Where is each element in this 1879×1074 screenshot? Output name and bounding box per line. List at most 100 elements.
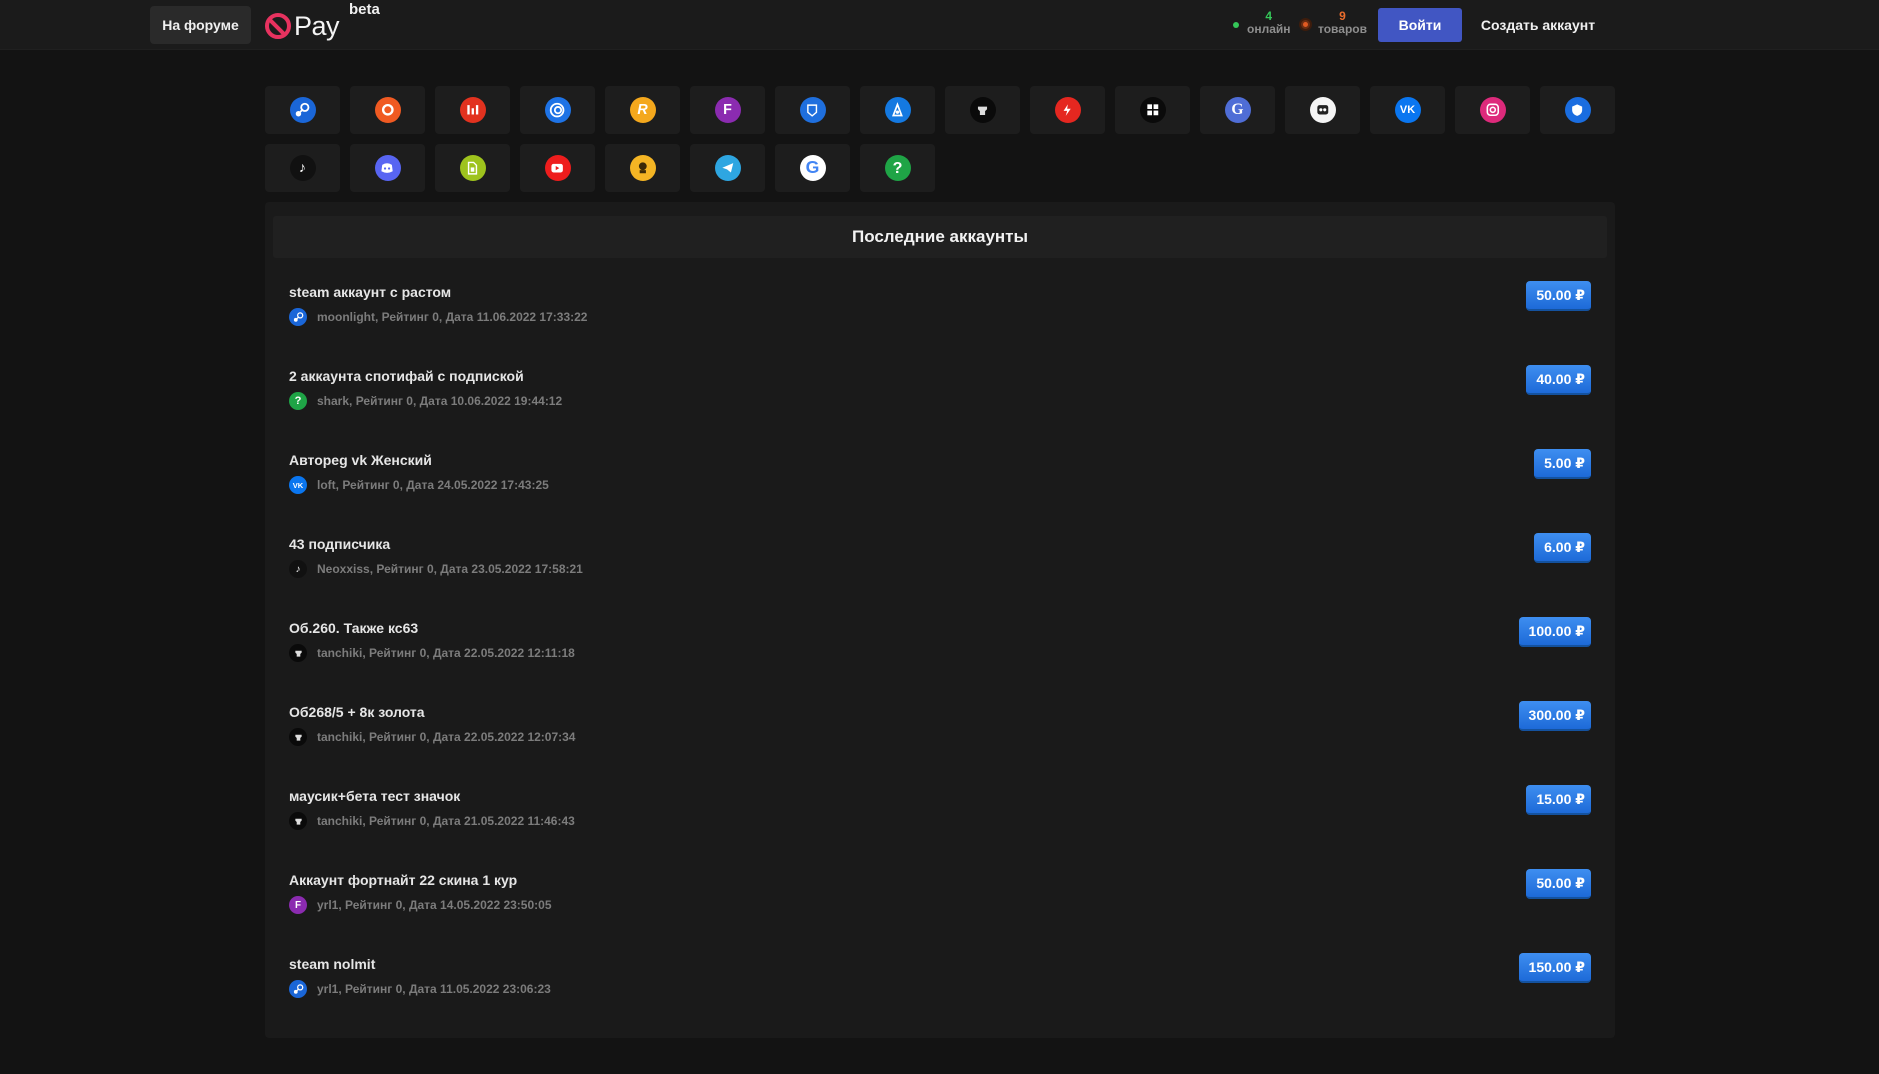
category-fortnite[interactable]: F <box>690 86 765 134</box>
price-badge[interactable]: 50.00 ₽ <box>1526 869 1591 899</box>
logo-icon <box>265 13 291 39</box>
escort-icon <box>629 155 656 181</box>
category-wargaming[interactable] <box>435 86 510 134</box>
list-item[interactable]: 43 подписчика ♪ Neoxxiss, Рейтинг 0, Дат… <box>289 533 1591 606</box>
list-item[interactable]: Об.260. Также кс63 tanchiki, Рейтинг 0, … <box>289 617 1591 690</box>
item-meta: yrl1, Рейтинг 0, Дата 11.05.2022 23:06:2… <box>289 980 551 998</box>
category-other[interactable]: ? <box>860 144 935 192</box>
item-meta-text: yrl1, Рейтинг 0, Дата 11.05.2022 23:06:2… <box>317 982 551 996</box>
item-meta-text: tanchiki, Рейтинг 0, Дата 22.05.2022 12:… <box>317 646 575 660</box>
price-badge[interactable]: 15.00 ₽ <box>1526 785 1591 815</box>
item-meta: tanchiki, Рейтинг 0, Дата 22.05.2022 12:… <box>289 644 575 662</box>
rockstar-icon: R <box>629 97 656 123</box>
logo[interactable]: Pay <box>265 10 340 42</box>
item-title[interactable]: маусик+бета тест значок <box>289 788 460 804</box>
telegram-icon <box>714 155 741 181</box>
steam-icon <box>289 980 307 998</box>
item-meta-text: yrl1, Рейтинг 0, Дата 14.05.2022 23:50:0… <box>317 898 552 912</box>
category-genshin[interactable]: G <box>1200 86 1275 134</box>
category-world-of-tanks[interactable] <box>945 86 1020 134</box>
fortnite-icon: F <box>714 97 741 123</box>
price-badge[interactable]: 40.00 ₽ <box>1526 365 1591 395</box>
world-of-tanks-icon <box>969 97 996 123</box>
world-of-tanks-icon <box>289 644 307 662</box>
item-title[interactable]: Об.260. Также кс63 <box>289 620 418 636</box>
sim-card-icon <box>459 155 486 181</box>
beta-badge: beta <box>349 1 380 18</box>
category-social-club[interactable] <box>1115 86 1190 134</box>
category-vk[interactable]: VK <box>1370 86 1445 134</box>
item-title[interactable]: Автореg vk Женский <box>289 452 432 468</box>
escape-from-tarkov-icon <box>799 97 826 123</box>
signup-button[interactable]: Создать аккаунт <box>1474 8 1602 42</box>
item-title[interactable]: Аккаунт фортнайт 22 скина 1 кур <box>289 872 517 888</box>
goods-label: товаров <box>1318 22 1367 36</box>
list-item[interactable]: Аккаунт фортнайт 22 скина 1 кур F yrl1, … <box>289 869 1591 942</box>
category-youtube[interactable] <box>520 144 595 192</box>
category-rockstar[interactable]: R <box>605 86 680 134</box>
category-battlenet[interactable] <box>860 86 935 134</box>
item-title[interactable]: 2 аккаунта спотифай с подпиской <box>289 368 524 384</box>
category-google[interactable]: G <box>775 144 850 192</box>
login-button[interactable]: Войти <box>1378 8 1462 42</box>
item-meta-text: tanchiki, Рейтинг 0, Дата 21.05.2022 11:… <box>317 814 575 828</box>
category-escape-from-tarkov[interactable] <box>775 86 850 134</box>
category-gta-samp[interactable] <box>1285 86 1360 134</box>
category-uplay[interactable] <box>520 86 595 134</box>
list-item[interactable]: steam аккаунт с растом moonlight, Рейтин… <box>289 281 1591 354</box>
category-tanki-blitz[interactable] <box>1030 86 1105 134</box>
price-badge[interactable]: 150.00 ₽ <box>1518 953 1591 983</box>
item-meta: ? shark, Рейтинг 0, Дата 10.06.2022 19:4… <box>289 392 562 410</box>
other-icon: ? <box>884 155 911 181</box>
category-discord[interactable] <box>350 144 425 192</box>
steam-icon <box>289 97 316 123</box>
top-navbar: На форуме Pay beta 4 онлайн 9 товаров Во… <box>0 0 1879 50</box>
price-badge[interactable]: 6.00 ₽ <box>1534 533 1591 563</box>
category-origin[interactable] <box>350 86 425 134</box>
item-meta-text: loft, Рейтинг 0, Дата 24.05.2022 17:43:2… <box>317 478 549 492</box>
origin-icon <box>374 97 401 123</box>
category-vpn-shield[interactable] <box>1540 86 1615 134</box>
online-counter: 4 онлайн <box>1247 9 1291 36</box>
item-title[interactable]: 43 подписчика <box>289 536 390 552</box>
category-instagram[interactable] <box>1455 86 1530 134</box>
item-title[interactable]: Об268/5 + 8к золота <box>289 704 425 720</box>
instagram-icon <box>1479 97 1506 123</box>
category-sim-card[interactable] <box>435 144 510 192</box>
price-badge[interactable]: 50.00 ₽ <box>1526 281 1591 311</box>
wargaming-icon <box>459 97 486 123</box>
list-item[interactable]: 2 аккаунта спотифай с подпиской ? shark,… <box>289 365 1591 438</box>
tiktok-icon: ♪ <box>289 155 316 181</box>
uplay-icon <box>544 97 571 123</box>
list-item[interactable]: Об268/5 + 8к золота tanchiki, Рейтинг 0,… <box>289 701 1591 774</box>
category-escort[interactable] <box>605 144 680 192</box>
list-item[interactable]: Автореg vk Женский VK loft, Рейтинг 0, Д… <box>289 449 1591 522</box>
goods-dot-icon <box>1299 18 1312 31</box>
vk-icon: VK <box>289 476 307 494</box>
list-item[interactable]: steam nolmit yrl1, Рейтинг 0, Дата 11.05… <box>289 953 1591 1026</box>
category-steam[interactable] <box>265 86 340 134</box>
latest-accounts-panel: Последние аккаунты steam аккаунт с расто… <box>265 202 1615 1038</box>
price-badge[interactable]: 300.00 ₽ <box>1518 701 1591 731</box>
item-meta: tanchiki, Рейтинг 0, Дата 21.05.2022 11:… <box>289 812 575 830</box>
item-title[interactable]: steam аккаунт с растом <box>289 284 451 300</box>
price-badge[interactable]: 5.00 ₽ <box>1534 449 1591 479</box>
goods-counter: 9 товаров <box>1318 9 1367 36</box>
tanki-blitz-icon <box>1054 97 1081 123</box>
item-meta-text: Neoxxiss, Рейтинг 0, Дата 23.05.2022 17:… <box>317 562 583 576</box>
list-item[interactable]: маусик+бета тест значок tanchiki, Рейтин… <box>289 785 1591 858</box>
online-label: онлайн <box>1247 22 1291 36</box>
world-of-tanks-icon <box>289 812 307 830</box>
item-meta-text: shark, Рейтинг 0, Дата 10.06.2022 19:44:… <box>317 394 563 408</box>
online-count: 4 <box>1265 9 1273 23</box>
google-icon: G <box>799 155 826 181</box>
forum-button[interactable]: На форуме <box>150 6 251 44</box>
steam-icon <box>289 308 307 326</box>
tiktok-icon: ♪ <box>289 560 307 578</box>
category-tiktok[interactable]: ♪ <box>265 144 340 192</box>
panel-title: Последние аккаунты <box>273 216 1607 258</box>
item-meta: ♪ Neoxxiss, Рейтинг 0, Дата 23.05.2022 1… <box>289 560 583 578</box>
category-telegram[interactable] <box>690 144 765 192</box>
item-title[interactable]: steam nolmit <box>289 956 375 972</box>
price-badge[interactable]: 100.00 ₽ <box>1518 617 1591 647</box>
